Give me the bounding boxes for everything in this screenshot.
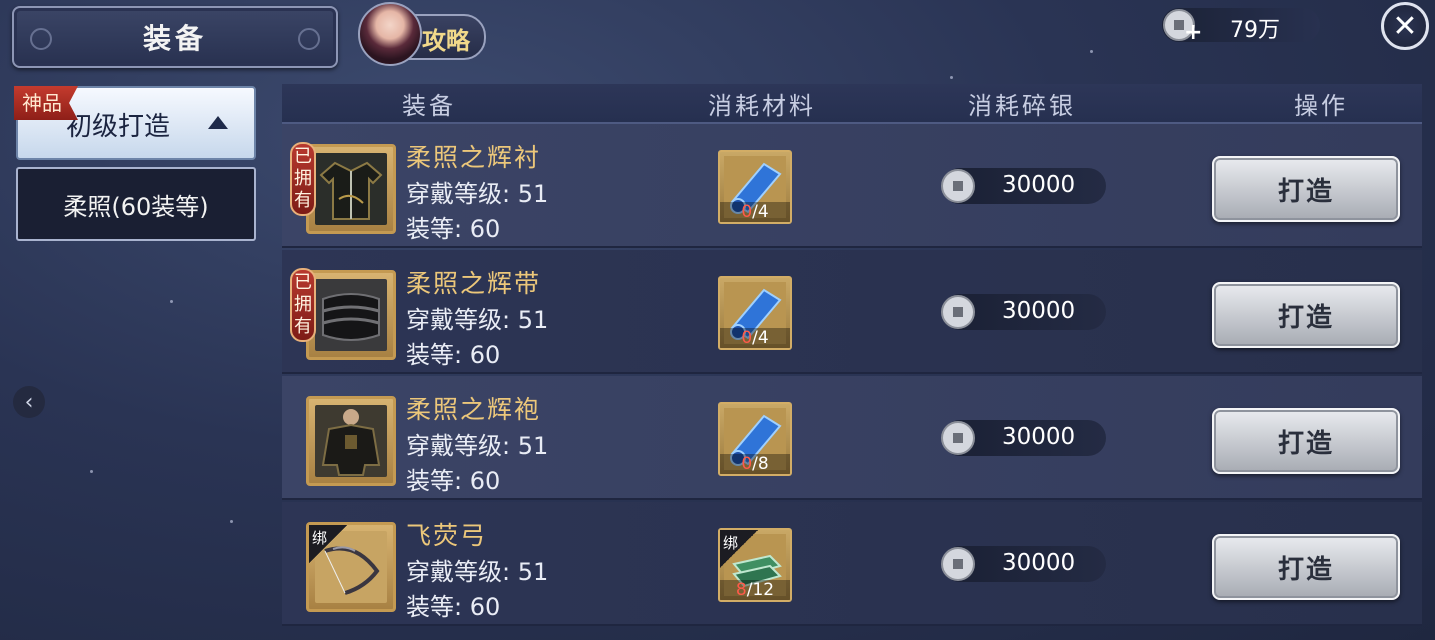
row-divider	[282, 372, 1422, 374]
add-currency-icon[interactable]: +	[1184, 20, 1202, 45]
item-name: 柔照之辉衬	[406, 143, 542, 172]
material-slot[interactable]: 0/8	[718, 402, 792, 476]
item-name: 柔照之辉袍	[406, 395, 542, 424]
column-header-materials: 消耗材料	[708, 92, 816, 120]
silver-cost-amount: 30000	[1002, 550, 1076, 576]
item-gear-score: 装等: 60	[406, 341, 501, 369]
ornament-icon	[298, 28, 320, 50]
silver-coin-icon	[941, 547, 975, 581]
forge-table: 装备 消耗材料 消耗碎银 操作 已拥有 柔照之辉衬 穿戴等级: 51 装等: 6…	[282, 84, 1422, 640]
material-count: 0/8	[720, 454, 790, 474]
row-divider	[282, 246, 1422, 248]
item-name: 柔照之辉带	[406, 269, 542, 298]
forge-button-label: 打造	[1277, 176, 1334, 207]
belt-item-icon	[315, 279, 387, 351]
page-title: 装备	[142, 22, 207, 55]
close-icon: ✕	[1392, 8, 1418, 44]
currency-amount: 79万	[1230, 18, 1280, 43]
table-row: 已拥有 柔照之辉衬 穿戴等级: 51 装等: 60 0/4 30000 打造	[282, 124, 1422, 248]
row-divider	[282, 498, 1422, 500]
guide-avatar	[358, 2, 422, 66]
silver-coin-icon	[941, 295, 975, 329]
column-header-silver-cost: 消耗碎银	[968, 92, 1076, 120]
owned-tag: 已拥有	[290, 268, 316, 342]
silver-coin-icon	[941, 169, 975, 203]
item-slot[interactable]	[306, 270, 396, 360]
robe-item-icon	[315, 405, 387, 477]
item-gear-score: 装等: 60	[406, 593, 501, 621]
chevron-left-icon: ‹	[24, 389, 34, 415]
bg-star	[950, 76, 953, 79]
silver-cost-amount: 30000	[1002, 298, 1076, 324]
set-tab-label: 柔照(60装等)	[63, 192, 209, 221]
bg-star	[170, 300, 173, 303]
item-level-requirement: 穿戴等级: 51	[406, 558, 549, 586]
bg-star	[1090, 50, 1093, 53]
guide-label: 攻略	[422, 26, 470, 55]
item-slot[interactable]: 绑	[306, 522, 396, 612]
item-name: 飞荧弓	[406, 521, 488, 550]
column-header-action: 操作	[1294, 92, 1348, 120]
forge-button[interactable]: 打造	[1212, 534, 1400, 600]
material-count: 8/12	[720, 580, 790, 600]
forge-button[interactable]: 打造	[1212, 408, 1400, 474]
shirt-item-icon	[315, 153, 387, 225]
column-header-equipment: 装备	[402, 92, 456, 120]
silver-cost: 30000	[941, 420, 1106, 456]
close-button[interactable]: ✕	[1381, 2, 1429, 50]
silver-cost-amount: 30000	[1002, 172, 1076, 198]
set-tab-rouzhao[interactable]: 柔照(60装等)	[16, 167, 256, 241]
page-title-plate: 装备	[12, 6, 338, 68]
forge-button-label: 打造	[1277, 302, 1334, 333]
row-divider	[282, 624, 1422, 626]
item-gear-score: 装等: 60	[406, 215, 501, 243]
table-row: 已拥有 柔照之辉带 穿戴等级: 51 装等: 60 0/4 30000 打造	[282, 250, 1422, 374]
silver-cost: 30000	[941, 546, 1106, 582]
bound-tag: 绑	[720, 530, 758, 568]
guide-button[interactable]: 攻略	[358, 2, 486, 66]
item-level-requirement: 穿戴等级: 51	[406, 180, 549, 208]
item-gear-score: 装等: 60	[406, 467, 501, 495]
ornament-icon	[30, 28, 52, 50]
material-count: 0/4	[720, 202, 790, 222]
rank-badge: 神品	[14, 86, 78, 120]
bound-tag: 绑	[309, 525, 347, 563]
material-slot[interactable]: 0/4	[718, 150, 792, 224]
forge-button-label: 打造	[1277, 428, 1334, 459]
silver-coin-icon	[941, 421, 975, 455]
table-header: 装备 消耗材料 消耗碎银 操作	[282, 84, 1422, 124]
material-count: 0/4	[720, 328, 790, 348]
tier-tab-label: 初级打造	[66, 112, 171, 142]
silver-cost: 30000	[941, 294, 1106, 330]
forge-button[interactable]: 打造	[1212, 282, 1400, 348]
item-level-requirement: 穿戴等级: 51	[406, 306, 549, 334]
table-row: 柔照之辉袍 穿戴等级: 51 装等: 60 0/8 30000 打造	[282, 376, 1422, 500]
silver-currency-display[interactable]: + 79万	[1162, 8, 1320, 45]
material-slot[interactable]: 0/4	[718, 276, 792, 350]
owned-tag: 已拥有	[290, 142, 316, 216]
table-row: 绑 飞荧弓 穿戴等级: 51 装等: 60 绑 8/12 30000 打造	[282, 502, 1422, 626]
item-level-requirement: 穿戴等级: 51	[406, 432, 549, 460]
forge-button[interactable]: 打造	[1212, 156, 1400, 222]
forge-button-label: 打造	[1277, 554, 1334, 585]
item-slot[interactable]	[306, 144, 396, 234]
item-slot[interactable]	[306, 396, 396, 486]
bg-star	[90, 470, 93, 473]
silver-cost-amount: 30000	[1002, 424, 1076, 450]
bg-star	[230, 520, 233, 523]
material-slot[interactable]: 绑 8/12	[718, 528, 792, 602]
sidebar-collapse-button[interactable]: ‹	[13, 386, 45, 418]
silver-cost: 30000	[941, 168, 1106, 204]
collapse-arrow-icon	[208, 116, 228, 129]
